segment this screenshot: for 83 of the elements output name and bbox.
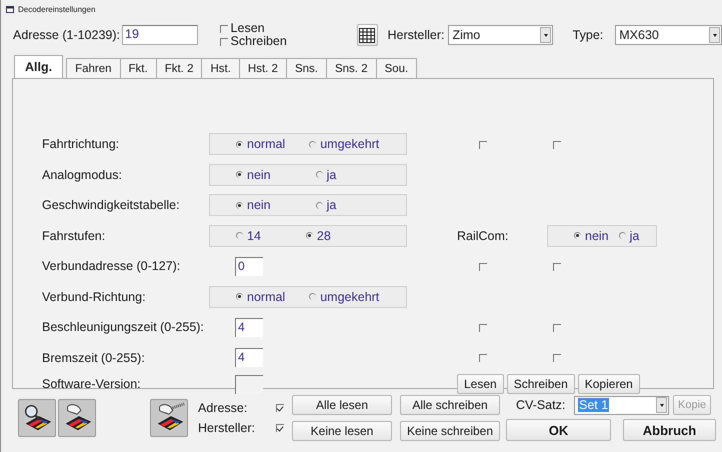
checkbox[interactable] <box>553 354 561 362</box>
tab[interactable]: Fahren <box>66 58 121 78</box>
write-button[interactable]: Keine schreiben <box>400 421 500 441</box>
field-label: Software-Version: <box>42 377 142 391</box>
write-decoder-button[interactable] <box>58 399 96 437</box>
program-decoder-button[interactable] <box>150 399 188 437</box>
radio-label: umgekehrt <box>320 137 380 152</box>
radio-button[interactable] <box>236 232 243 240</box>
manufacturer-label: Hersteller: <box>388 28 444 42</box>
value-field[interactable]: 0 <box>235 256 263 276</box>
table-button[interactable] <box>356 24 378 46</box>
type-label: Type: <box>572 28 604 42</box>
cv-set-label: CV-Satz: <box>516 398 566 412</box>
checkbox[interactable] <box>276 424 284 432</box>
checkbox[interactable] <box>479 324 487 332</box>
radio-label: nein <box>247 168 271 182</box>
option-label: Hersteller: <box>198 421 256 435</box>
tab[interactable]: Sns. <box>286 58 327 78</box>
radio-label: normal <box>247 137 286 152</box>
checkbox[interactable] <box>553 262 561 271</box>
tab[interactable]: Fkt. <box>120 58 157 78</box>
radio-button[interactable] <box>309 140 316 148</box>
cancel-button[interactable]: Abbruch <box>623 419 716 441</box>
address-field[interactable]: 19 <box>122 25 198 45</box>
radio-button[interactable] <box>316 171 323 178</box>
radio-button[interactable] <box>574 232 581 240</box>
checkbox[interactable] <box>553 324 561 332</box>
checkbox[interactable] <box>276 404 284 412</box>
window-icon <box>6 6 14 12</box>
write-button[interactable]: Alle schreiben <box>400 395 500 415</box>
radio-label: ja <box>326 168 336 182</box>
radio-label: 14 <box>247 228 261 243</box>
window-title: Decodereinstellungen <box>18 4 96 14</box>
radio-button[interactable] <box>236 140 243 148</box>
table-icon <box>359 28 376 42</box>
checkbox[interactable] <box>479 262 487 271</box>
field-label: Beschleunigungszeit (0-255): <box>42 320 205 334</box>
radio-label: umgekehrt <box>320 290 380 304</box>
field-label: Verbundadresse (0-127): <box>42 259 182 274</box>
radio-label: ja <box>326 198 336 212</box>
radio-label: normal <box>247 290 286 304</box>
radio-button[interactable] <box>306 232 313 240</box>
radio-button[interactable] <box>236 293 243 300</box>
tab[interactable]: Hst. <box>201 58 240 78</box>
field-label: Fahrtrichtung: <box>42 137 120 152</box>
radio-label: 28 <box>316 228 331 243</box>
tab[interactable]: Allg. <box>14 55 64 78</box>
value-field[interactable]: 4 <box>235 348 263 368</box>
field-label: Bremszeit (0-255): <box>42 350 146 365</box>
field-label: Analogmodus: <box>42 168 123 182</box>
option-label: Adresse: <box>198 401 248 415</box>
radio-label: nein <box>247 198 271 212</box>
address-label: Adresse (1-10239): <box>13 28 120 42</box>
type-dropdown[interactable]: MX630 <box>615 25 722 45</box>
tab[interactable]: Hst. 2 <box>238 58 287 78</box>
radio-label: nein <box>585 228 609 243</box>
checkbox-label: Schreiben <box>230 35 287 48</box>
read-button[interactable]: Alle lesen <box>292 395 392 415</box>
field-label: Verbund-Richtung: <box>42 290 147 304</box>
selected-text: Set 1 <box>578 398 610 412</box>
read-decoder-button[interactable] <box>18 399 56 437</box>
checkbox[interactable] <box>479 140 487 149</box>
field-label: Fahrstufen: <box>42 228 106 243</box>
manufacturer-dropdown[interactable]: Zimo <box>448 25 553 45</box>
checkbox[interactable] <box>479 354 487 362</box>
tab[interactable]: Sns. 2 <box>326 58 377 78</box>
value-field[interactable]: 4 <box>235 318 263 337</box>
railcom-label: RailCom: <box>457 228 510 243</box>
radio-button[interactable] <box>309 293 316 300</box>
read-button[interactable]: Keine lesen <box>292 421 392 441</box>
radio-label: ja <box>630 228 640 243</box>
radio-button[interactable] <box>618 232 626 240</box>
radio-button[interactable] <box>236 202 243 209</box>
checkbox[interactable] <box>220 38 228 46</box>
radio-button[interactable] <box>316 202 323 209</box>
checkbox-label: Lesen <box>230 22 265 35</box>
tab[interactable]: Sou. <box>376 58 418 78</box>
checkbox[interactable] <box>553 140 561 149</box>
radio-button[interactable] <box>236 171 243 178</box>
tab[interactable]: Fkt. 2 <box>156 58 202 78</box>
ok-button[interactable]: OK <box>506 419 611 441</box>
checkbox[interactable] <box>220 24 228 32</box>
field-label: Geschwindigkeitstabelle: <box>42 198 181 212</box>
